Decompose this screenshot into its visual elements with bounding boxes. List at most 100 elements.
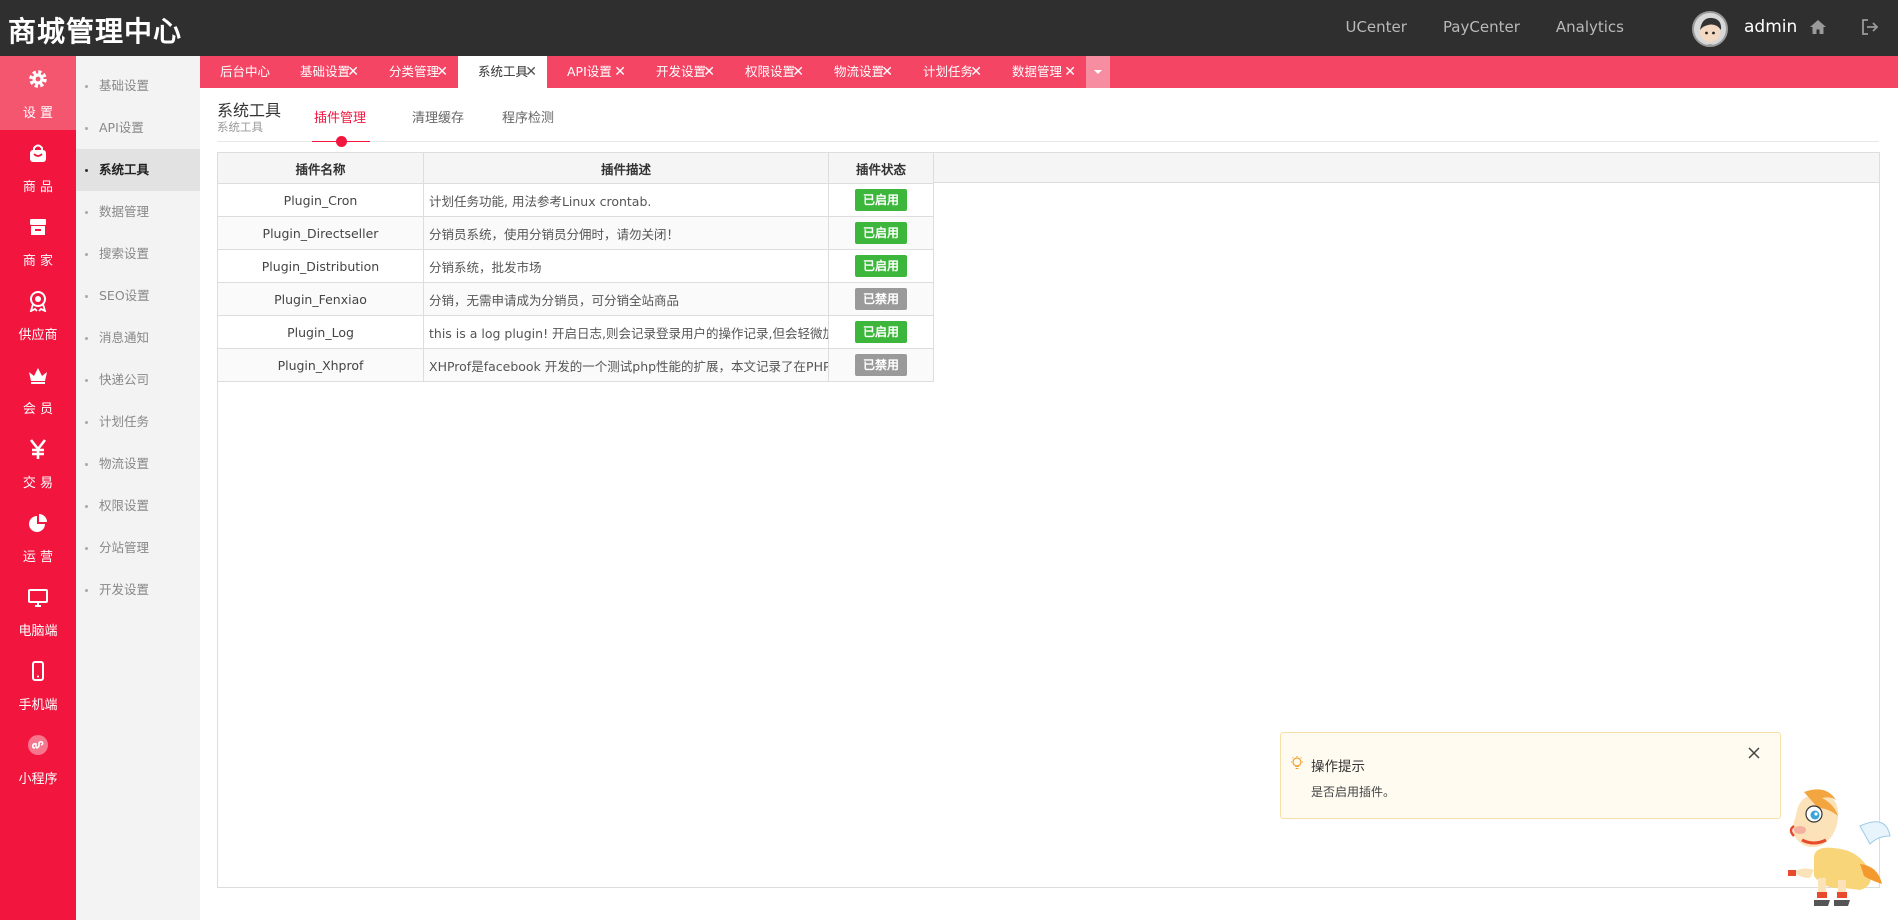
nav-label: 手机端 [18,698,58,713]
tab-dev-settings[interactable]: 开发设置 ✕ [636,56,725,88]
store-icon [30,219,46,235]
nav-label: 电脑端 [18,624,58,639]
submenu-data-management[interactable]: 数据管理 [76,191,200,233]
submenu-dev-settings[interactable]: 开发设置 [76,569,200,611]
submenu-basic-settings[interactable]: 基础设置 [76,65,200,107]
submenu-scheduled-tasks[interactable]: 计划任务 [76,401,200,443]
status-badge[interactable]: 已禁用 [855,354,907,376]
nav-item-settings[interactable]: 设 置 [0,56,76,130]
submenu-system-tools[interactable]: 系统工具 [76,149,200,191]
ucenter-link[interactable]: UCenter [1345,18,1406,36]
close-icon[interactable]: ✕ [614,56,626,88]
tab-label: 权限设置 [745,64,796,79]
tab-label: 开发设置 [656,64,707,79]
close-icon[interactable] [1744,743,1764,763]
home-icon[interactable] [1808,17,1828,37]
close-icon[interactable]: ✕ [436,56,448,88]
lightbulb-icon [1291,756,1303,770]
close-icon[interactable]: ✕ [881,56,893,88]
app-logo[interactable]: 商城管理中心 [8,10,182,50]
header-divider [217,141,1879,142]
tip-title: 操作提示 [1311,759,1365,775]
gear-icon [29,70,47,88]
tab-data-management[interactable]: 数据管理 ✕ [992,56,1086,88]
submenu-couriers[interactable]: 快递公司 [76,359,200,401]
tab-label: 基础设置 [300,64,351,79]
nav-label: 设 置 [22,106,54,121]
tab-label: API设置 [567,64,612,79]
logout-icon[interactable] [1860,17,1880,37]
nav-item-pc[interactable]: 电脑端 [0,574,76,648]
close-icon[interactable]: ✕ [970,56,982,88]
table-header-row: 插件名称 插件描述 插件状态 [217,152,934,184]
nav-item-suppliers[interactable]: 供应商 [0,278,76,352]
close-icon[interactable]: ✕ [525,56,537,88]
top-links: UCenter PayCenter Analytics [1345,18,1624,36]
table-row[interactable]: Plugin_Directseller 分销员系统，使用分销员分佣时，请勿关闭！… [217,216,934,250]
nav-item-members[interactable]: 会 员 [0,352,76,426]
avatar[interactable] [1692,11,1728,47]
table-row[interactable]: Plugin_Distribution 分销系统，批发市场 已启用 [217,249,934,283]
table-row[interactable]: Plugin_Xhprof XHProf是facebook 开发的一个测试php… [217,348,934,382]
close-icon[interactable]: ✕ [792,56,804,88]
status-badge[interactable]: 已启用 [855,321,907,343]
plugin-table: 插件名称 插件描述 插件状态 Plugin_Cron 计划任务功能, 用法参考L… [217,152,934,382]
plugin-name: Plugin_Directseller [217,216,424,250]
submenu-seo-settings[interactable]: SEO设置 [76,275,200,317]
mascot-icon[interactable] [1774,786,1894,910]
plugin-description: 分销，无需申请成为分销员，可分销全站商品 [423,282,829,316]
tab-category[interactable]: 分类管理 ✕ [369,56,458,88]
column-header[interactable]: 插件名称 [217,152,424,184]
tab-logistics[interactable]: 物流设置 ✕ [814,56,903,88]
status-badge[interactable]: 已启用 [855,222,907,244]
status-badge[interactable]: 已禁用 [855,288,907,310]
plugin-name: Plugin_Distribution [217,249,424,283]
tab-label: 系统工具 [478,64,529,79]
submenu-notifications[interactable]: 消息通知 [76,317,200,359]
crown-icon [29,368,47,384]
table-row[interactable]: Plugin_Cron 计划任务功能, 用法参考Linux crontab. 已… [217,183,934,217]
submenu-api-settings[interactable]: API设置 [76,107,200,149]
tab-api-settings[interactable]: API设置 ✕ [547,56,636,88]
nav-label: 小程序 [18,772,58,787]
tab-system-tools[interactable]: 系统工具 ✕ [458,56,547,88]
tab-scheduled-tasks[interactable]: 计划任务 ✕ [903,56,992,88]
nav-item-merchants[interactable]: 商 家 [0,204,76,278]
column-header[interactable]: 插件状态 [828,152,934,184]
subtab-program-check[interactable]: 程序检测 [502,107,554,126]
nav-item-mobile[interactable]: 手机端 [0,648,76,722]
column-header[interactable]: 插件描述 [423,152,829,184]
close-icon[interactable]: ✕ [347,56,359,88]
subtab-plugins[interactable]: 插件管理 [314,107,366,126]
submenu-logistics[interactable]: 物流设置 [76,443,200,485]
tab-basic-settings[interactable]: 基础设置 ✕ [280,56,369,88]
plugin-name: Plugin_Fenxiao [217,282,424,316]
subtab-clear-cache[interactable]: 清理缓存 [412,107,464,126]
paycenter-link[interactable]: PayCenter [1443,18,1520,36]
plugin-name: Plugin_Xhprof [217,348,424,382]
submenu-permissions[interactable]: 权限设置 [76,485,200,527]
status-badge[interactable]: 已启用 [855,255,907,277]
nav-item-goods[interactable]: 商 品 [0,130,76,204]
table-row[interactable]: Plugin_Fenxiao 分销，无需申请成为分销员，可分销全站商品 已禁用 [217,282,934,316]
plugin-name: Plugin_Cron [217,183,424,217]
tab-dashboard[interactable]: 后台中心 [200,56,280,88]
table-row[interactable]: Plugin_Log this is a log plugin! 开启日志,则会… [217,315,934,349]
close-icon[interactable]: ✕ [703,56,715,88]
tabs-more-dropdown[interactable] [1086,56,1110,88]
tab-permissions[interactable]: 权限设置 ✕ [725,56,814,88]
submenu-search-settings[interactable]: 搜索设置 [76,233,200,275]
close-icon[interactable]: ✕ [1064,56,1076,88]
top-bar: 商城管理中心 UCenter PayCenter Analytics admin [0,0,1898,56]
nav-item-trade[interactable]: 交 易 [0,426,76,500]
active-tab-dot [336,136,347,147]
nav-item-miniprogram[interactable]: 小程序 [0,722,76,796]
analytics-link[interactable]: Analytics [1556,18,1624,36]
username[interactable]: admin [1744,17,1797,37]
status-badge[interactable]: 已启用 [855,189,907,211]
main-nav: 设 置 商 品 商 家 供应商 会 员 交 易 运 营 电脑端 手机端 小程序 [0,56,76,920]
mobile-icon [32,661,44,681]
nav-label: 商 品 [22,180,54,195]
nav-item-operations[interactable]: 运 营 [0,500,76,574]
submenu-substations[interactable]: 分站管理 [76,527,200,569]
